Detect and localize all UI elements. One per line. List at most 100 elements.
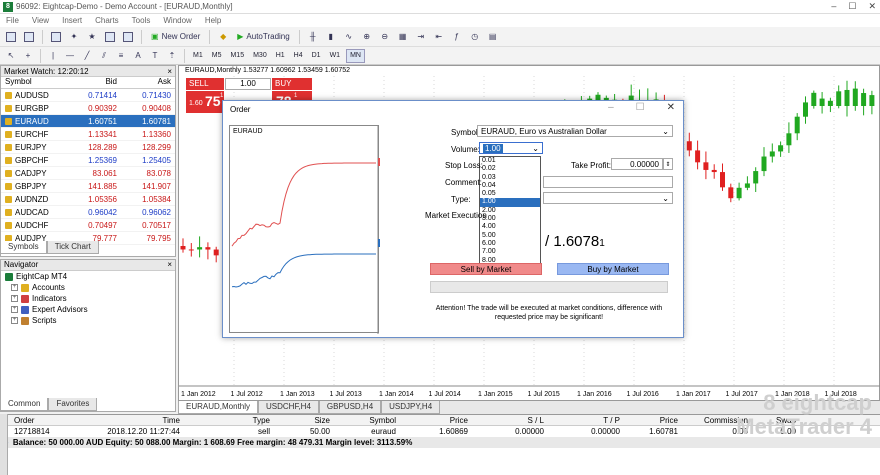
menu-view[interactable]: View xyxy=(32,16,49,25)
market-watch-row[interactable]: GBPJPY 141.885 141.907 xyxy=(1,180,175,193)
expand-icon[interactable]: + xyxy=(11,317,18,324)
channel-icon[interactable]: ⫽ xyxy=(97,49,111,63)
market-watch-row[interactable]: EURCHF 1.13341 1.13360 xyxy=(1,128,175,141)
data-window-icon[interactable]: ✦ xyxy=(67,30,81,44)
timeframe-h1[interactable]: H1 xyxy=(273,49,288,63)
type-select[interactable]: ⌄ xyxy=(543,192,673,204)
timeframe-m15[interactable]: M15 xyxy=(227,49,247,63)
chart-shift-icon[interactable]: ⇤ xyxy=(432,30,446,44)
sell-price[interactable]: 1.60 75 1 xyxy=(186,91,224,113)
indicators-icon[interactable]: ƒ xyxy=(450,30,464,44)
bar-chart-icon[interactable]: ╫ xyxy=(306,30,320,44)
minimize-icon[interactable]: – xyxy=(608,102,614,113)
menu-file[interactable]: File xyxy=(6,16,19,25)
new-order-button[interactable]: ▣ New Order xyxy=(148,30,203,44)
navigator-item-accounts[interactable]: + Accounts xyxy=(1,282,175,293)
market-watch-row[interactable]: EURJPY 128.289 128.299 xyxy=(1,141,175,154)
menu-insert[interactable]: Insert xyxy=(62,16,82,25)
symbol-select[interactable]: EURAUD, Euro vs Australian Dollar ⌄ xyxy=(477,125,673,137)
take-profit-spinner[interactable]: ⇕ xyxy=(663,158,673,170)
market-watch-icon[interactable] xyxy=(49,30,63,44)
market-watch-row[interactable]: AUDNZD 1.05356 1.05384 xyxy=(1,193,175,206)
column-symbol[interactable]: Symbol xyxy=(1,77,65,88)
column-header[interactable]: Price xyxy=(400,416,472,425)
candlestick-icon[interactable]: ▮ xyxy=(324,30,338,44)
autotrading-button[interactable]: ▶ AutoTrading xyxy=(234,30,292,44)
tab-common[interactable]: Common xyxy=(0,398,49,411)
column-header[interactable]: S / L xyxy=(472,416,548,425)
market-watch-row[interactable]: EURAUD 1.60751 1.60781 xyxy=(1,115,175,128)
timeframe-m5[interactable]: M5 xyxy=(209,49,225,63)
column-ask[interactable]: Ask xyxy=(121,77,175,88)
volume-select[interactable]: 1.00 ⌄ xyxy=(479,142,543,154)
expand-icon[interactable]: + xyxy=(11,284,18,291)
timeframe-m30[interactable]: M30 xyxy=(250,49,270,63)
menu-help[interactable]: Help xyxy=(205,16,221,25)
expand-icon[interactable]: + xyxy=(11,306,18,313)
volume-option[interactable]: 0.02 xyxy=(480,165,540,173)
navigator-item-expert-advisors[interactable]: + Expert Advisors xyxy=(1,304,175,315)
volume-option[interactable]: 4.00 xyxy=(480,223,540,231)
column-header[interactable]: Price xyxy=(624,416,682,425)
market-watch-row[interactable]: EURGBP 0.90392 0.90408 xyxy=(1,102,175,115)
horizontal-line-icon[interactable]: — xyxy=(63,49,77,63)
terminal-icon[interactable] xyxy=(103,30,117,44)
market-watch-row[interactable]: AUDCAD 0.96042 0.96062 xyxy=(1,206,175,219)
scroll-chart-icon[interactable]: ⇥ xyxy=(414,30,428,44)
market-watch-row[interactable]: CADJPY 83.061 83.078 xyxy=(1,167,175,180)
chart-tab-euraud[interactable]: EURAUD,Monthly xyxy=(178,401,259,414)
column-header[interactable]: T / P xyxy=(548,416,624,425)
volume-option[interactable]: 6.00 xyxy=(480,240,540,248)
column-header[interactable]: Order xyxy=(10,416,74,425)
new-chart-icon[interactable] xyxy=(4,30,18,44)
buy-button[interactable]: BUY xyxy=(272,78,312,90)
sell-button[interactable]: SELL xyxy=(186,78,224,90)
buy-by-market-button[interactable]: Buy by Market xyxy=(557,263,669,275)
menu-window[interactable]: Window xyxy=(163,16,191,25)
volume-option[interactable]: 0.04 xyxy=(480,182,540,190)
column-header[interactable]: Size xyxy=(274,416,334,425)
timeframe-h4[interactable]: H4 xyxy=(291,49,306,63)
lot-input[interactable]: 1.00 xyxy=(225,78,271,90)
navigator-item-indicators[interactable]: + Indicators xyxy=(1,293,175,304)
crosshair-icon[interactable]: + xyxy=(21,49,35,63)
tile-windows-icon[interactable]: ▦ xyxy=(396,30,410,44)
zoom-out-icon[interactable]: ⊖ xyxy=(378,30,392,44)
line-chart-icon[interactable]: ∿ xyxy=(342,30,356,44)
menu-tools[interactable]: Tools xyxy=(132,16,151,25)
volume-option[interactable]: 0.05 xyxy=(480,190,540,198)
timeframe-w1[interactable]: W1 xyxy=(327,49,344,63)
column-header[interactable]: Type xyxy=(184,416,274,425)
menu-charts[interactable]: Charts xyxy=(95,16,119,25)
maximize-icon[interactable]: ☐ xyxy=(636,102,645,113)
expand-icon[interactable]: + xyxy=(11,295,18,302)
tab-favorites[interactable]: Favorites xyxy=(48,398,98,411)
templates-icon[interactable]: ▤ xyxy=(486,30,500,44)
tester-icon[interactable] xyxy=(121,30,135,44)
volume-option[interactable]: 7.00 xyxy=(480,248,540,256)
navigator-icon[interactable]: ★ xyxy=(85,30,99,44)
timeframe-mn[interactable]: MN xyxy=(346,48,365,63)
tab-tick-chart[interactable]: Tick Chart xyxy=(46,241,99,254)
periods-icon[interactable]: ◷ xyxy=(468,30,482,44)
close-icon[interactable]: × xyxy=(167,67,175,76)
market-watch-row[interactable]: GBPCHF 1.25369 1.25405 xyxy=(1,154,175,167)
volume-option[interactable]: 0.03 xyxy=(480,174,540,182)
market-watch-row[interactable]: AUDCHF 0.70497 0.70517 xyxy=(1,219,175,232)
sell-by-market-button[interactable]: Sell by Market xyxy=(430,263,542,275)
navigator-root[interactable]: EightCap MT4 xyxy=(1,271,175,282)
volume-option[interactable]: 1.00 xyxy=(480,198,540,207)
timeframe-d1[interactable]: D1 xyxy=(309,49,324,63)
take-profit-input[interactable]: 0.00000 xyxy=(611,158,663,170)
volume-option[interactable]: 0.01 xyxy=(480,157,540,165)
vertical-line-icon[interactable]: | xyxy=(46,49,60,63)
volume-option[interactable]: 3.00 xyxy=(480,215,540,223)
timeframe-m1[interactable]: M1 xyxy=(190,49,206,63)
arrows-icon[interactable]: ⇡ xyxy=(165,49,179,63)
volume-option[interactable]: 5.00 xyxy=(480,232,540,240)
close-icon[interactable]: × xyxy=(167,260,175,270)
close-icon[interactable]: ✕ xyxy=(868,1,876,12)
text-icon[interactable]: A xyxy=(131,49,145,63)
chart-tab-gbpusd[interactable]: GBPUSD,H4 xyxy=(318,401,382,414)
minimize-icon[interactable]: – xyxy=(831,1,836,12)
